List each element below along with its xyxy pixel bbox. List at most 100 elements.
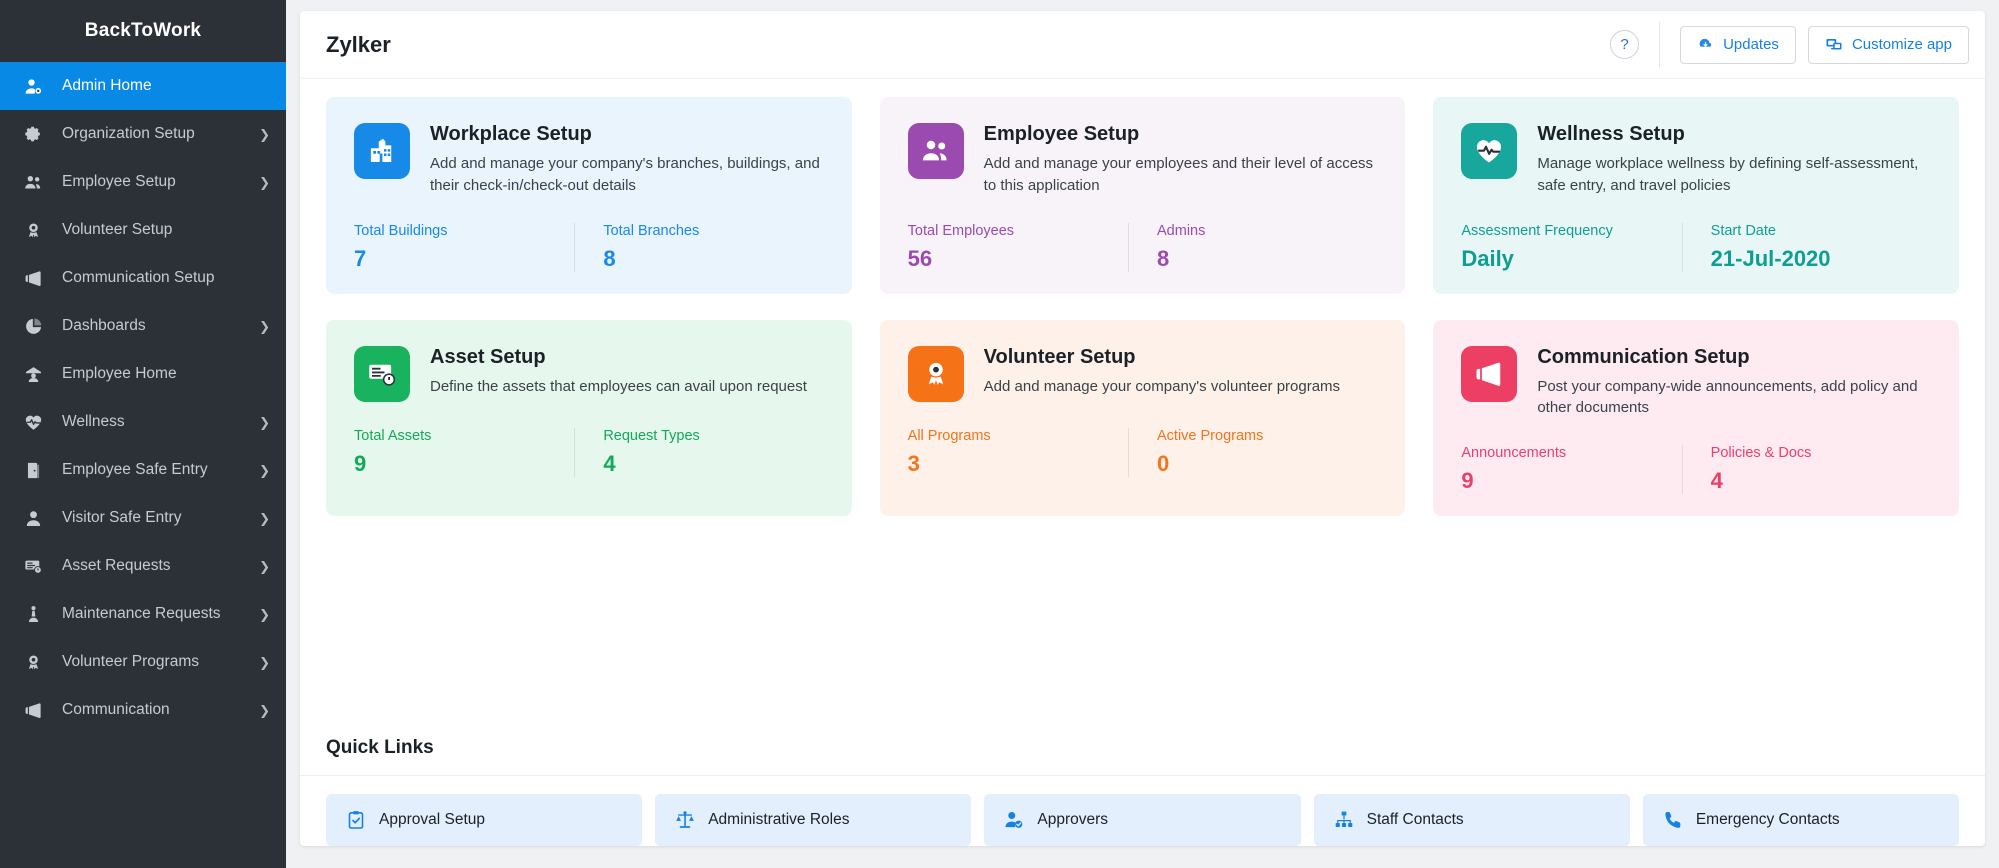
stat-block[interactable]: Start Date 21-Jul-2020 bbox=[1682, 223, 1931, 272]
stat-block[interactable]: All Programs3 bbox=[908, 428, 1128, 477]
setup-card-communication-setup[interactable]: Communication SetupPost your company-wid… bbox=[1433, 320, 1959, 517]
chevron-right-icon: ❯ bbox=[259, 704, 270, 717]
sidebar-item-volunteer-setup[interactable]: Volunteer Setup bbox=[0, 206, 286, 254]
card-title: Employee Setup bbox=[984, 123, 1378, 146]
card-text: Volunteer SetupAdd and manage your compa… bbox=[984, 346, 1340, 402]
quick-links-title: Quick Links bbox=[300, 713, 1985, 775]
stat-block[interactable]: Active Programs0 bbox=[1128, 428, 1377, 477]
updates-button[interactable]: Updates bbox=[1680, 26, 1796, 64]
stat-block[interactable]: Policies & Docs4 bbox=[1682, 445, 1931, 494]
sidebar-item-communication[interactable]: Communication ❯ bbox=[0, 686, 286, 734]
brand-label: BackToWork bbox=[85, 20, 201, 42]
help-icon[interactable]: ? bbox=[1610, 30, 1639, 59]
setup-card-volunteer-setup[interactable]: Volunteer SetupAdd and manage your compa… bbox=[880, 320, 1406, 517]
sidebar-item-employee-home[interactable]: Employee Home bbox=[0, 350, 286, 398]
help-label: ? bbox=[1620, 36, 1628, 53]
setup-card-workplace-setup[interactable]: Workplace SetupAdd and manage your compa… bbox=[326, 97, 852, 294]
stat-value: 9 bbox=[354, 451, 562, 477]
quick-link-staff-contacts[interactable]: Staff Contacts bbox=[1314, 794, 1630, 846]
quick-link-administrative-roles[interactable]: Administrative Roles bbox=[655, 794, 971, 846]
updates-label: Updates bbox=[1723, 36, 1779, 53]
stat-block[interactable]: Total Branches8 bbox=[574, 223, 823, 272]
quick-link-label: Staff Contacts bbox=[1367, 811, 1464, 829]
sidebar-item-maintenance-requests[interactable]: Maintenance Requests❯ bbox=[0, 590, 286, 638]
stat-value: 4 bbox=[1711, 468, 1919, 494]
door-icon bbox=[24, 460, 50, 480]
sidebar-item-label: Maintenance Requests bbox=[62, 605, 221, 623]
stat-label: Announcements bbox=[1461, 445, 1669, 461]
stat-value: 4 bbox=[603, 451, 811, 477]
stat-value: Daily bbox=[1461, 246, 1669, 272]
header-actions: ? Updates bbox=[1610, 22, 1969, 68]
sidebar-item-employee-safe-entry[interactable]: Employee Safe Entry❯ bbox=[0, 446, 286, 494]
pie-chart-icon bbox=[24, 316, 50, 336]
stat-value: 8 bbox=[603, 246, 811, 272]
people-icon bbox=[908, 123, 964, 179]
app-root: BackToWork Admin HomeOrganization Setup❯… bbox=[0, 0, 1999, 868]
stat-block[interactable]: Request Types4 bbox=[574, 428, 823, 477]
panel-body: Workplace SetupAdd and manage your compa… bbox=[300, 79, 1985, 713]
stat-block[interactable]: Total Buildings7 bbox=[354, 223, 574, 272]
megaphone-icon bbox=[24, 700, 50, 720]
card-text: Employee Setup Add and manage your employ… bbox=[984, 123, 1378, 197]
chevron-right-icon: ❯ bbox=[259, 512, 270, 525]
card-description: Post your company-wide announcements, ad… bbox=[1537, 376, 1931, 420]
scales-icon bbox=[675, 810, 695, 830]
sidebar-item-label: Volunteer Setup bbox=[62, 221, 172, 239]
stat-block[interactable]: Announcements9 bbox=[1461, 445, 1681, 494]
sidebar-item-label: Communication Setup bbox=[62, 269, 215, 287]
sidebar-item-dashboards[interactable]: Dashboards❯ bbox=[0, 302, 286, 350]
quick-links-section: Approval Setup Administrative Roles Approv… bbox=[300, 775, 1985, 846]
stat-label: Start Date bbox=[1711, 223, 1919, 239]
quick-link-approvers[interactable]: Approvers bbox=[984, 794, 1300, 846]
quick-link-label: Administrative Roles bbox=[708, 811, 849, 829]
stat-label: Total Assets bbox=[354, 428, 562, 444]
stat-label: Total Employees bbox=[908, 223, 1116, 239]
setup-card-employee-setup[interactable]: Employee Setup Add and manage your employ… bbox=[880, 97, 1406, 294]
sidebar-item-admin-home[interactable]: Admin Home bbox=[0, 62, 286, 110]
card-top: Communication SetupPost your company-wid… bbox=[1461, 346, 1931, 420]
setup-card-asset-setup[interactable]: Asset SetupDefine the assets that employ… bbox=[326, 320, 852, 517]
quick-link-emergency-contacts[interactable]: Emergency Contacts bbox=[1643, 794, 1959, 846]
stat-value: 21-Jul-2020 bbox=[1711, 246, 1919, 272]
sidebar-item-wellness[interactable]: Wellness❯ bbox=[0, 398, 286, 446]
chevron-right-icon: ❯ bbox=[259, 320, 270, 333]
card-top: Wellness SetupManage workplace wellness … bbox=[1461, 123, 1931, 197]
stat-value: 3 bbox=[908, 451, 1116, 477]
card-top: Workplace SetupAdd and manage your compa… bbox=[354, 123, 824, 197]
sidebar-item-label: Communication bbox=[62, 701, 170, 719]
brand-logo: BackToWork bbox=[0, 0, 286, 62]
card-stats: All Programs3Active Programs0 bbox=[908, 428, 1378, 477]
sidebar-item-communication-setup[interactable]: Communication Setup bbox=[0, 254, 286, 302]
sidebar-item-employee-setup[interactable]: Employee Setup❯ bbox=[0, 158, 286, 206]
sidebar-item-organization-setup[interactable]: Organization Setup❯ bbox=[0, 110, 286, 158]
card-stats: Assessment FrequencyDaily Start Date 21-Ju… bbox=[1461, 223, 1931, 272]
heartbeat-icon bbox=[1461, 123, 1517, 179]
card-description: Add and manage your employees and their … bbox=[984, 153, 1378, 197]
sidebar-item-asset-requests[interactable]: Asset Requests❯ bbox=[0, 542, 286, 590]
card-title: Workplace Setup bbox=[430, 123, 824, 146]
card-text: Wellness SetupManage workplace wellness … bbox=[1537, 123, 1931, 197]
panel-header: Zylker ? Updates bbox=[300, 11, 1985, 79]
sidebar-item-volunteer-programs[interactable]: Volunteer Programs❯ bbox=[0, 638, 286, 686]
header-divider bbox=[1659, 22, 1660, 68]
megaphone-icon bbox=[1461, 346, 1517, 402]
sidebar-item-label: Organization Setup bbox=[62, 125, 195, 143]
card-top: Asset SetupDefine the assets that employ… bbox=[354, 346, 824, 402]
setup-card-wellness-setup[interactable]: Wellness SetupManage workplace wellness … bbox=[1433, 97, 1959, 294]
sidebar-item-visitor-safe-entry[interactable]: Visitor Safe Entry❯ bbox=[0, 494, 286, 542]
people-icon bbox=[24, 172, 50, 192]
stat-label: Total Buildings bbox=[354, 223, 562, 239]
card-top: Volunteer SetupAdd and manage your compa… bbox=[908, 346, 1378, 402]
card-text: Communication SetupPost your company-wid… bbox=[1537, 346, 1931, 420]
volunteer-badge-icon bbox=[24, 220, 50, 240]
building-icon bbox=[354, 123, 410, 179]
stat-block[interactable]: Admins8 bbox=[1128, 223, 1377, 272]
stat-block[interactable]: Total Employees56 bbox=[908, 223, 1128, 272]
card-title: Asset Setup bbox=[430, 346, 807, 369]
customize-app-button[interactable]: Customize app bbox=[1808, 26, 1969, 64]
volunteer-badge-icon bbox=[908, 346, 964, 402]
stat-block[interactable]: Total Assets 9 bbox=[354, 428, 574, 477]
quick-link-approval-setup[interactable]: Approval Setup bbox=[326, 794, 642, 846]
stat-block[interactable]: Assessment FrequencyDaily bbox=[1461, 223, 1681, 272]
